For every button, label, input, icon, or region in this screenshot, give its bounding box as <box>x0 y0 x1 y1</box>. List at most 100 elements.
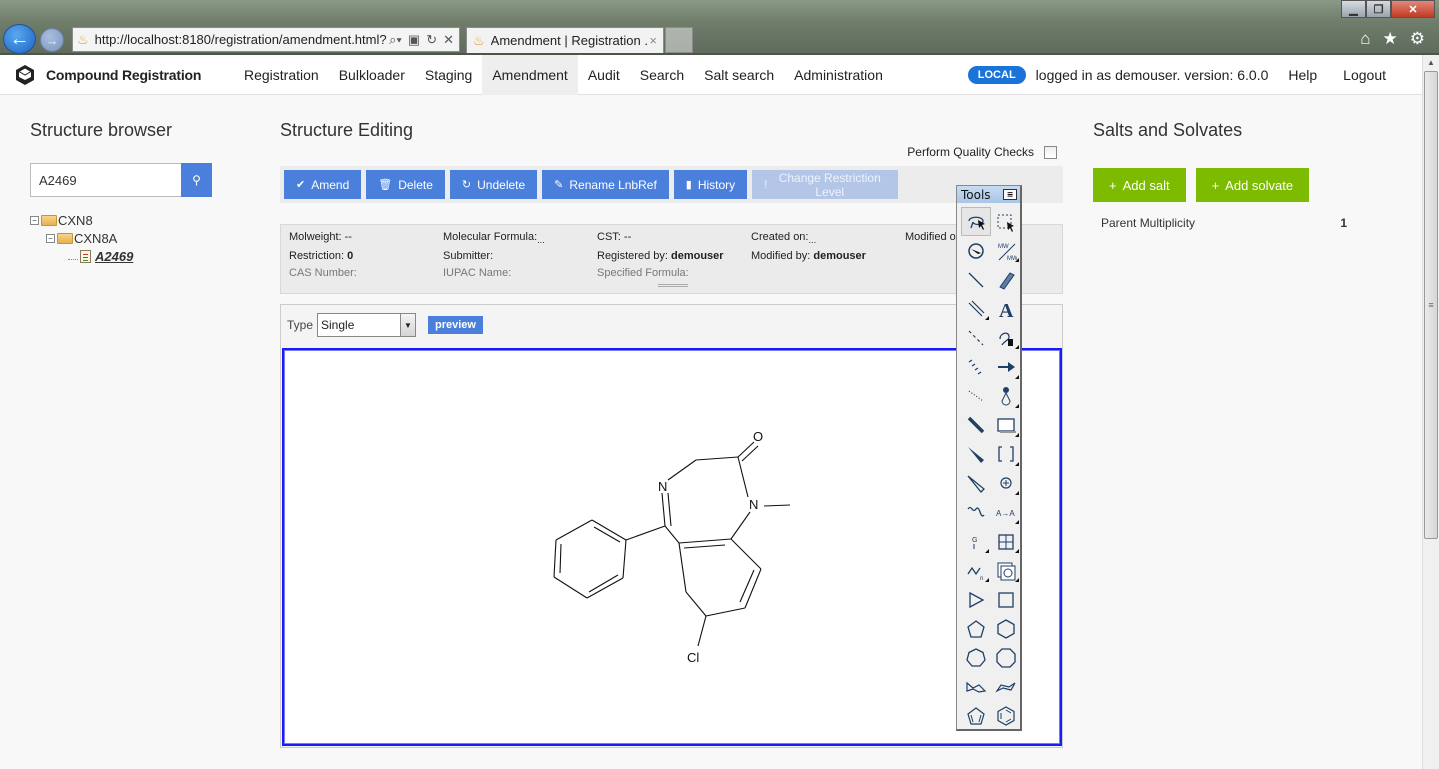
tool-triangle[interactable] <box>961 585 991 614</box>
brand[interactable]: Compound Registration <box>14 64 234 86</box>
tool-brackets[interactable] <box>991 440 1021 469</box>
tool-cyclopentadiene[interactable] <box>961 702 991 731</box>
hollow-wedge-bond-icon <box>967 475 985 494</box>
nav-administration[interactable]: Administration <box>784 55 893 95</box>
tool-mapping[interactable]: A→A <box>991 498 1021 527</box>
tool-hashed-bond[interactable] <box>961 352 991 381</box>
molecule-canvas[interactable]: O N N Cl <box>282 348 1062 746</box>
tree-leaf-label[interactable]: A2469 <box>95 249 133 264</box>
stop-icon[interactable]: ✕ <box>443 32 454 48</box>
tool-eraser[interactable] <box>991 265 1021 294</box>
logout-link[interactable]: Logout <box>1343 67 1386 83</box>
tool-single-bond[interactable] <box>961 265 991 294</box>
tree-node-child[interactable]: − CXN8A <box>30 229 280 247</box>
star-icon[interactable]: ★ <box>1383 29 1398 49</box>
bond <box>739 569 755 603</box>
polymer-icon: n <box>967 566 983 582</box>
resize-handle[interactable] <box>658 284 688 287</box>
quality-checks-checkbox[interactable] <box>1044 145 1057 159</box>
tool-dashed-bond[interactable] <box>961 323 991 352</box>
tool-lasso-select[interactable] <box>961 207 991 237</box>
tool-group[interactable]: G <box>961 527 991 556</box>
main-nav: Registration Bulkloader Staging Amendmen… <box>234 54 893 95</box>
home-icon[interactable]: ⌂ <box>1360 29 1370 49</box>
collapse-icon[interactable]: − <box>30 215 39 225</box>
tool-octagon[interactable] <box>991 643 1021 672</box>
tool-hollow-wedge-bond[interactable] <box>961 469 991 498</box>
tool-rotate[interactable] <box>961 236 991 265</box>
tool-cyclohexane-chair-2[interactable] <box>991 673 1021 702</box>
delete-button[interactable]: 🗑 Delete <box>366 170 445 199</box>
scroll-up-icon[interactable]: ▲ <box>1423 55 1439 71</box>
forward-button[interactable]: → <box>40 28 64 52</box>
rename-lnbref-button[interactable]: ✎ Rename LnbRef <box>542 170 669 199</box>
type-select[interactable]: Single ▼ <box>317 313 417 337</box>
tool-rectangle-shape[interactable] <box>991 411 1021 440</box>
search-icon[interactable]: ⌕▾ <box>389 32 402 48</box>
compat-view-icon[interactable]: ▣ <box>408 32 420 48</box>
tab-close-icon[interactable]: × <box>649 33 663 48</box>
close-window-button[interactable]: ✕ <box>1391 0 1435 18</box>
tool-mw-fragment[interactable]: MW MW <box>991 236 1021 265</box>
tools-header[interactable]: Tools ≡ <box>957 186 1020 203</box>
nav-bulkloader[interactable]: Bulkloader <box>329 55 415 95</box>
tool-wavy-bond[interactable] <box>961 498 991 527</box>
tree-node-label[interactable]: CXN8 <box>58 213 93 228</box>
tool-lone-pair[interactable] <box>991 382 1021 411</box>
tool-text[interactable]: A <box>991 294 1021 323</box>
nav-audit[interactable]: Audit <box>578 55 630 95</box>
tool-benzene[interactable] <box>991 702 1021 731</box>
tool-hexagon[interactable] <box>991 614 1021 643</box>
nav-registration[interactable]: Registration <box>234 55 329 95</box>
gear-icon[interactable]: ⚙ <box>1410 29 1425 49</box>
tool-template[interactable] <box>991 556 1021 585</box>
rename-label: Rename LnbRef <box>569 177 657 192</box>
preview-button[interactable]: preview <box>428 316 483 334</box>
minimize-button[interactable]: ▁ <box>1341 0 1366 18</box>
nav-search[interactable]: Search <box>630 55 694 95</box>
nav-salt-search[interactable]: Salt search <box>694 55 784 95</box>
bond <box>730 538 762 570</box>
tool-wedge-bond[interactable] <box>961 440 991 469</box>
tool-bold-bond[interactable] <box>961 411 991 440</box>
tool-heptagon[interactable] <box>961 643 991 672</box>
tool-charge-plus[interactable] <box>991 469 1021 498</box>
new-tab-button[interactable] <box>665 27 693 53</box>
tree-node-label[interactable]: CXN8A <box>74 231 117 246</box>
restore-button[interactable]: ❐ <box>1366 0 1391 18</box>
tool-polymer[interactable]: n <box>961 556 991 585</box>
structure-search-button[interactable]: ⚲ <box>181 163 212 197</box>
tool-double-bond[interactable] <box>961 294 991 323</box>
undelete-button[interactable]: ↻ Undelete <box>449 170 538 199</box>
tree-node-leaf[interactable]: A2469 <box>30 247 280 265</box>
molecule-drawing: O N N Cl <box>553 429 791 665</box>
page-scrollbar[interactable]: ▲ ≡ <box>1422 55 1439 769</box>
tool-table[interactable] <box>991 527 1021 556</box>
address-bar[interactable]: ♨ http://localhost:8180/registration/ame… <box>72 27 460 52</box>
nav-staging[interactable]: Staging <box>415 55 482 95</box>
back-button[interactable]: ← <box>3 24 36 54</box>
nav-amendment[interactable]: Amendment <box>482 54 578 95</box>
add-salt-button[interactable]: + Add salt <box>1093 168 1186 202</box>
browser-tab[interactable]: ♨ Amendment | Registration ... × <box>466 27 664 53</box>
add-solvate-button[interactable]: + Add solvate <box>1195 168 1310 202</box>
refresh-icon[interactable]: ↻ <box>426 32 437 48</box>
structure-browser-panel: Structure browser ⚲ − CXN8 − CXN8A A2469 <box>30 120 280 265</box>
bond <box>685 591 707 617</box>
tree-node-root[interactable]: − CXN8 <box>30 211 280 229</box>
tool-cyclohexane-chair-1[interactable] <box>961 673 991 702</box>
url-text[interactable]: http://localhost:8180/registration/amend… <box>95 32 389 47</box>
tool-rectangle-select[interactable] <box>991 207 1021 236</box>
menu-icon[interactable]: ≡ <box>1003 189 1017 200</box>
tool-arrow[interactable] <box>991 352 1021 381</box>
amend-button[interactable]: ✔ Amend <box>284 170 362 199</box>
tool-pentagon[interactable] <box>961 614 991 643</box>
help-link[interactable]: Help <box>1288 67 1317 83</box>
scroll-thumb[interactable]: ≡ <box>1424 71 1438 539</box>
tool-square[interactable] <box>991 585 1021 614</box>
collapse-icon[interactable]: − <box>46 233 55 243</box>
structure-search-input[interactable] <box>30 163 181 197</box>
tool-pen[interactable] <box>991 323 1021 352</box>
tool-dotted-bond[interactable] <box>961 382 991 411</box>
history-button[interactable]: ▮ History <box>673 170 748 199</box>
